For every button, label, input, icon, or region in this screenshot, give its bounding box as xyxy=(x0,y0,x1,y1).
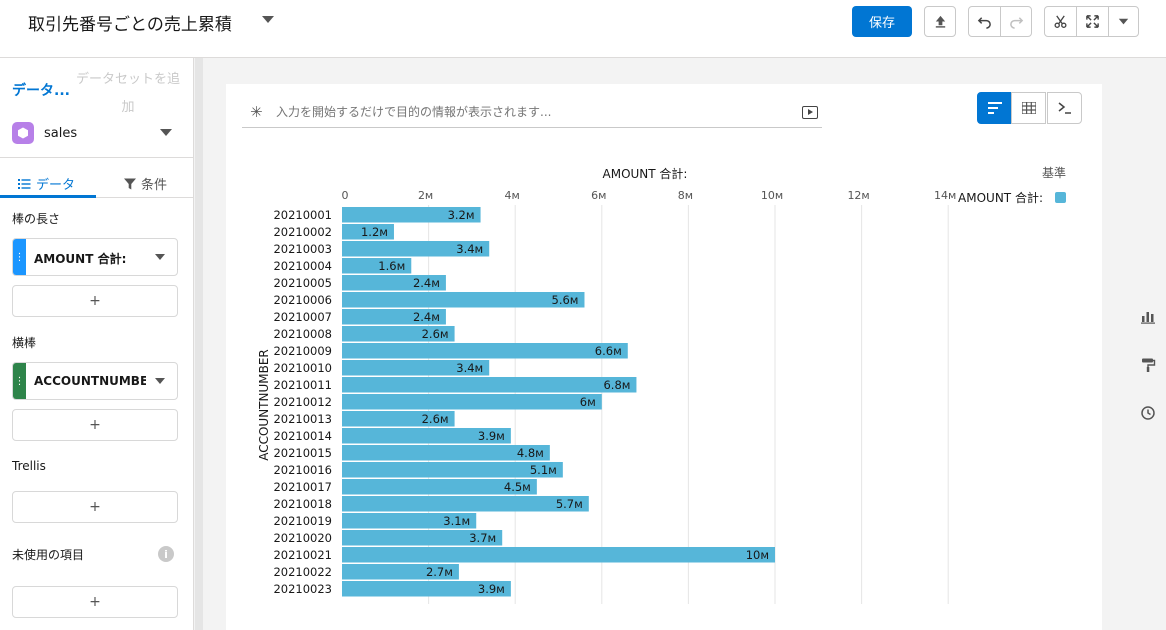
bar-value-label: 2.6м xyxy=(422,327,449,341)
format-icon[interactable] xyxy=(1140,357,1156,373)
x-tick-label: 2м xyxy=(418,189,433,202)
bar-chart: 0 2м 4м 6м 8м 10м 12м 14м 20210001 3.2м 20210002 1… xyxy=(257,165,1066,604)
y-tick-label: 20210002 xyxy=(273,225,332,239)
bar-value-label: 2.6м xyxy=(422,412,449,426)
bar-value-label: 5.6м xyxy=(552,293,579,307)
x-tick-label: 8м xyxy=(678,189,693,202)
x-tick-label: 10м xyxy=(761,189,783,202)
bar-value-label: 6.8м xyxy=(603,378,630,392)
x-tick-label: 14м xyxy=(934,189,956,202)
y-tick-label: 20210017 xyxy=(273,480,332,494)
y-tick-label: 20210021 xyxy=(273,548,332,562)
bar-value-label: 2.4м xyxy=(413,276,440,290)
clock-icon xyxy=(1141,406,1155,420)
bar-value-label: 3.7м xyxy=(469,531,496,545)
y-tick-label: 20210005 xyxy=(273,276,332,290)
bar-value-label: 1.2м xyxy=(361,225,388,239)
y-tick-label: 20210011 xyxy=(273,378,332,392)
x-tick-label: 4м xyxy=(505,189,520,202)
x-axis-title: AMOUNT 合計: xyxy=(603,166,688,181)
bar-value-label: 3.2м xyxy=(448,208,475,222)
bar-value-label: 5.7м xyxy=(556,497,583,511)
bar-chart-icon xyxy=(1141,312,1155,324)
bar-value-label: 1.6м xyxy=(378,259,405,273)
y-tick-label: 20210019 xyxy=(273,514,332,528)
bar-value-label: 10м xyxy=(746,548,769,562)
bar-value-label: 6м xyxy=(580,395,596,409)
bar[interactable] xyxy=(342,394,602,410)
bar-value-label: 3.4м xyxy=(456,242,483,256)
bar-value-label: 6.6м xyxy=(595,344,622,358)
bar-value-label: 3.9м xyxy=(478,582,505,596)
bar-value-label: 2.4м xyxy=(413,310,440,324)
bar-value-label: 3.9м xyxy=(478,429,505,443)
bar-value-label: 3.1м xyxy=(443,514,470,528)
bar-layer: 20210001 3.2м 20210002 1.2м 20210003 3.4м 2021… xyxy=(273,207,775,597)
legend-swatch xyxy=(1055,192,1066,203)
y-tick-label: 20210014 xyxy=(273,429,332,443)
bar-value-label: 2.7м xyxy=(426,565,453,579)
y-tick-label: 20210004 xyxy=(273,259,332,273)
y-tick-label: 20210018 xyxy=(273,497,332,511)
y-tick-label: 20210003 xyxy=(273,242,332,256)
y-tick-label: 20210006 xyxy=(273,293,332,307)
y-axis-title: ACCOUNTNUMBER xyxy=(257,349,271,461)
legend-title: 基準 xyxy=(1042,165,1066,180)
legend-entry[interactable]: AMOUNT 合計: xyxy=(958,190,1043,205)
chart-type-icon[interactable] xyxy=(1140,309,1156,325)
bar-value-label: 4.5м xyxy=(504,480,531,494)
bar-value-label: 4.8м xyxy=(517,446,544,460)
bar[interactable] xyxy=(342,343,628,359)
y-tick-label: 20210001 xyxy=(273,208,332,222)
bar-value-label: 5.1м xyxy=(530,463,557,477)
paint-roller-icon xyxy=(1142,358,1156,372)
y-tick-label: 20210020 xyxy=(273,531,332,545)
y-tick-label: 20210015 xyxy=(273,446,332,460)
y-tick-label: 20210007 xyxy=(273,310,332,324)
y-tick-label: 20210023 xyxy=(273,582,332,596)
y-tick-label: 20210016 xyxy=(273,463,332,477)
x-axis-ticks: 0 2м 4м 6м 8м 10м 12м 14м xyxy=(342,189,957,202)
y-tick-label: 20210022 xyxy=(273,565,332,579)
bar[interactable] xyxy=(342,496,589,512)
y-tick-label: 20210010 xyxy=(273,361,332,375)
bar[interactable] xyxy=(342,547,775,563)
x-tick-label: 6м xyxy=(591,189,606,202)
x-tick-label: 12м xyxy=(847,189,869,202)
bar[interactable] xyxy=(342,377,637,393)
y-tick-label: 20210013 xyxy=(273,412,332,426)
bar-value-label: 3.4м xyxy=(456,361,483,375)
bar[interactable] xyxy=(342,292,585,308)
y-tick-label: 20210008 xyxy=(273,327,332,341)
y-tick-label: 20210012 xyxy=(273,395,332,409)
history-icon[interactable] xyxy=(1140,405,1156,421)
y-tick-label: 20210009 xyxy=(273,344,332,358)
x-tick-label: 0 xyxy=(342,189,349,202)
